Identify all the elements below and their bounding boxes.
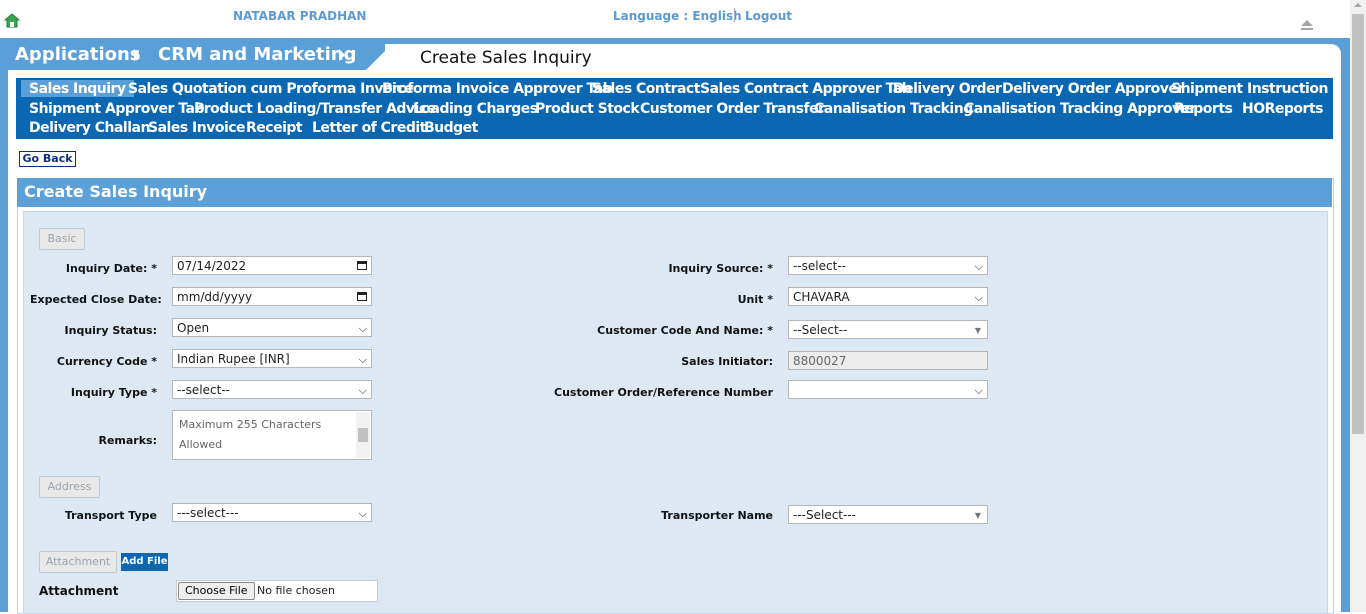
go-back-button[interactable]: Go Back [19,151,76,167]
unit-value: CHAVARA [793,290,850,304]
scroll-thumb[interactable] [358,428,368,442]
logout-link[interactable]: Logout [745,9,792,23]
calendar-icon[interactable] [357,261,367,270]
menu-item-canalisation-tracking[interactable]: Canalisation Tracking [814,101,973,117]
page-scrollbar[interactable] [1350,0,1366,612]
menu-item-budget[interactable]: Budget [424,120,478,136]
language-selector[interactable]: Language : English [613,9,742,23]
caret-down-icon: ▼ [974,326,981,335]
menu-item-canalisation-approver[interactable]: Canalisation Tracking Approver [964,101,1197,117]
inquiry-date-field[interactable]: 07/14/2022 [172,256,372,275]
menu-item-loading-charges[interactable]: Loading Charges [413,101,538,117]
inquiry-type-value: --select-- [177,383,230,397]
top-header: NATABAR PRADHAN Language : English Logou… [0,0,1350,38]
chevron-down-icon: ⌵ [974,291,983,304]
caret-down-icon: ▼ [974,511,981,520]
breadcrumb-crm[interactable]: CRM and Marketing [158,44,356,65]
customer-code-label: Customer Code And Name: * [597,324,773,337]
page-title: Create Sales Inquiry [420,48,592,68]
chevron-down-icon: ⌵ [974,260,983,273]
remarks-label: Remarks: [98,434,157,447]
menu-item-delivery-order[interactable]: Delivery Order [893,81,1002,97]
inquiry-date-value: 07/14/2022 [177,259,247,273]
menu-item-shipment-instruction[interactable]: Shipment Instruction [1171,81,1328,97]
menu-item-letter-of-credit[interactable]: Letter of Credit [312,120,426,136]
expected-close-date-value: mm/dd/yyyy [177,290,253,304]
transporter-name-select[interactable]: ---Select--- ▼ [788,505,988,524]
menu-item-horeports[interactable]: HOReports [1242,101,1323,117]
menu-item-sales-contract-approver[interactable]: Sales Contract Approver Tab [700,81,912,97]
inquiry-source-value: --select-- [793,259,846,273]
menu-item-delivery-order-approver[interactable]: Delivery Order Approver [1002,81,1184,97]
scroll-up-icon[interactable] [1354,3,1362,7]
expected-close-date-field[interactable]: mm/dd/yyyy [172,287,372,306]
section-attachment-button[interactable]: Attachment [39,551,117,573]
collapse-header-icon[interactable] [1299,18,1315,32]
add-file-button[interactable]: Add File [121,553,168,571]
inquiry-date-label: Inquiry Date: * [65,262,157,275]
sales-initiator-field: 8800027 [788,351,988,370]
chevron-down-icon: ⌵ [358,353,367,366]
choose-file-button[interactable]: Choose File [178,582,255,600]
customer-code-value: --Select-- [793,323,848,337]
transporter-name-value: ---Select--- [793,508,856,522]
menu-item-product-loading[interactable]: Product Loading/Transfer Advice [194,101,436,117]
calendar-icon[interactable] [357,292,367,301]
remarks-scrollbar[interactable] [356,412,370,458]
inquiry-status-label: Inquiry Status: [64,324,157,337]
menu-item-delivery-challan[interactable]: Delivery Challan [29,120,150,136]
remarks-textarea[interactable]: Maximum 255 Characters Allowed [172,410,372,460]
inquiry-status-value: Open [177,321,210,335]
customer-code-select[interactable]: --Select-- ▼ [788,320,988,339]
customer-order-ref-label: Customer Order/Reference Number [554,386,773,399]
menu-item-sales-contract[interactable]: Sales Contract [592,81,700,97]
menu-item-product-stock[interactable]: Product Stock [535,101,640,117]
menu-item-sales-quotation[interactable]: Sales Quotation cum Proforma Invoice [128,81,414,97]
inquiry-source-select[interactable]: --select-- ⌵ [788,256,988,275]
attachment-label: Attachment [39,584,119,598]
remarks-placeholder: Maximum 255 Characters Allowed [179,418,322,451]
breadcrumb-applications[interactable]: Applications [15,44,141,65]
home-icon[interactable] [4,13,20,29]
inquiry-source-label: Inquiry Source: * [668,262,773,275]
chevron-down-icon: ⌵ [974,384,983,397]
user-name: NATABAR PRADHAN [233,9,367,23]
transporter-name-label: Transporter Name [661,509,773,522]
currency-code-select[interactable]: Indian Rupee [INR] ⌵ [172,349,372,368]
menu-item-customer-order-transfer[interactable]: Customer Order Transfer [640,101,825,117]
chevron-down-icon: ⌵ [358,507,367,520]
chevron-right-icon [339,49,345,61]
header-divider [734,8,735,22]
menu-item-receipt[interactable]: Receipt [246,120,303,136]
section-address-button[interactable]: Address [39,476,100,498]
menu-item-shipment-approver[interactable]: Shipment Approver Tab [29,101,205,117]
menu-item-sales-invoice[interactable]: Sales Invoice [148,120,246,136]
attachment-file-input[interactable]: Choose File No file chosen [176,580,378,602]
transport-type-label: Transport Type [64,509,157,522]
panel-title: Create Sales Inquiry [24,182,208,201]
chevron-right-icon [134,49,140,61]
inquiry-type-label: Inquiry Type * [70,386,157,399]
chevron-down-icon: ⌵ [358,384,367,397]
unit-label: Unit * [737,293,773,306]
transport-type-value: ---select--- [177,506,239,520]
unit-select[interactable]: CHAVARA ⌵ [788,287,988,306]
panel-header [17,178,1332,207]
menu-item-proforma-approver[interactable]: Proforma Invoice Approver Tab [382,81,613,97]
chevron-down-icon: ⌵ [358,322,367,335]
inquiry-type-select[interactable]: --select-- ⌵ [172,380,372,399]
currency-code-value: Indian Rupee [INR] [177,352,290,366]
customer-order-ref-select[interactable]: ⌵ [788,380,988,399]
file-status-text: No file chosen [257,584,335,597]
currency-code-label: Currency Code * [56,355,157,368]
menu-item-sales-inquiry[interactable]: Sales Inquiry [21,80,134,97]
section-basic-button[interactable]: Basic [39,228,85,250]
inquiry-status-select[interactable]: Open ⌵ [172,318,372,337]
scroll-thumb[interactable] [1352,14,1364,434]
transport-type-select[interactable]: ---select--- ⌵ [172,503,372,522]
sales-initiator-label: Sales Initiator: [681,355,773,368]
menu-item-reports[interactable]: Reports [1174,101,1233,117]
expected-close-date-label: Expected Close Date: [30,293,162,306]
